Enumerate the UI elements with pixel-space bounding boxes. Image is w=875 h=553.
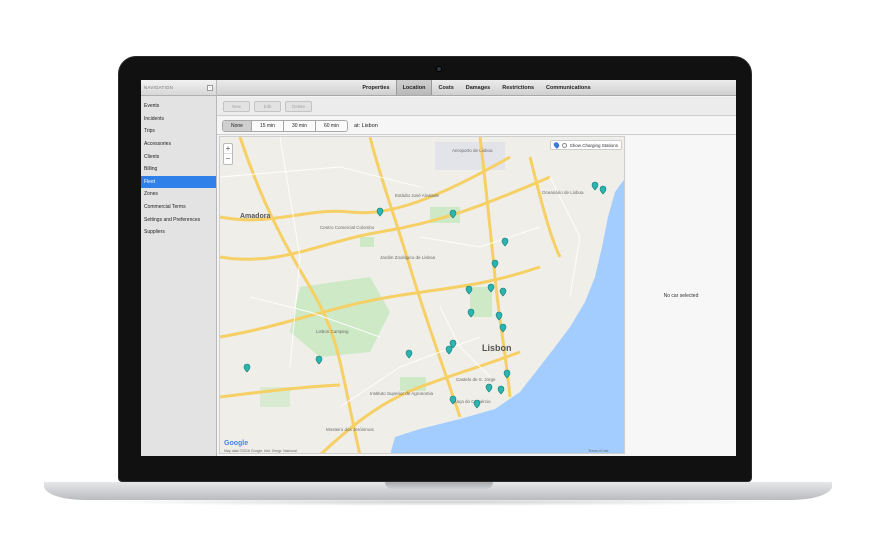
laptop-notch — [385, 482, 493, 489]
edit-button[interactable]: Edit — [254, 100, 281, 112]
estadio-label: Estádio José Alvalade — [395, 193, 440, 198]
castelo-label: Castelo de S. Jorge — [456, 377, 496, 382]
sidebar-item-events[interactable]: Events — [141, 100, 216, 113]
sidebar-item-fleet[interactable]: Fleet — [141, 175, 216, 189]
google-logo: Google — [224, 440, 248, 447]
zoom-control: + − — [223, 143, 233, 165]
sidebar-item-settings[interactable]: Settings and Preferences — [141, 213, 216, 226]
amadora-label: Amadora — [240, 213, 270, 220]
charging-radio[interactable] — [561, 142, 567, 148]
charging-pin-icon — [552, 141, 561, 149]
zoom-out-button[interactable]: − — [224, 154, 232, 164]
collapse-icon[interactable]: ‹ — [207, 84, 213, 91]
interval-30-button[interactable]: 30 min — [283, 120, 316, 131]
tab-communications[interactable]: Communications — [540, 80, 597, 95]
map-view[interactable]: Amadora Lisbon Aeroporto de Lisboa Estád… — [219, 136, 625, 454]
sidebar-header: NAVIGATION ‹ — [141, 80, 216, 96]
interval-60-button[interactable]: 60 min — [315, 120, 347, 131]
sidebar-item-commercial-terms[interactable]: Commercial Terms — [141, 201, 216, 214]
app-window: NAVIGATION ‹ Events Incidents Trips Acce… — [141, 80, 736, 456]
zoologico-label: Jardim Zoológico de Lisboa — [380, 255, 436, 260]
sidebar-item-suppliers[interactable]: Suppliers — [141, 226, 216, 239]
tab-damages[interactable]: Damages — [460, 80, 496, 95]
interval-15-button[interactable]: 15 min — [251, 120, 284, 131]
jeronimos-label: Mosteiro dos Jerónimos — [326, 427, 375, 432]
charging-label: Show Charging Stations — [569, 142, 618, 148]
attribution-text: Map data ©2016 Google, Inst. Geogr. Naci… — [224, 449, 297, 453]
delete-button[interactable]: Delete — [285, 100, 312, 112]
tab-restrictions[interactable]: Restrictions — [496, 80, 540, 95]
location-label: at: Lisbon — [354, 122, 378, 129]
sidebar-title: NAVIGATION — [144, 85, 174, 90]
sidebar-item-billing[interactable]: Billing — [141, 163, 216, 176]
sidebar-item-zones[interactable]: Zones — [141, 188, 216, 201]
tab-location[interactable]: Location — [395, 80, 433, 95]
camera-icon — [436, 66, 442, 72]
filter-bar: None 15 min 30 min 60 min at: Lisbon — [217, 117, 736, 135]
tab-costs[interactable]: Costs — [432, 80, 459, 95]
lisbon-label: Lisbon — [482, 343, 512, 353]
navigation-sidebar: NAVIGATION ‹ Events Incidents Trips Acce… — [141, 80, 217, 456]
zoom-in-button[interactable]: + — [224, 144, 232, 154]
tab-properties[interactable]: Properties — [356, 80, 395, 95]
interval-segmented-control: None 15 min 30 min 60 min — [222, 119, 348, 132]
new-button[interactable]: New — [223, 100, 250, 112]
charging-stations-toggle[interactable]: Show Charging Stations — [549, 140, 622, 150]
action-toolbar: New Edit Delete — [217, 97, 736, 116]
stage: NAVIGATION ‹ Events Incidents Trips Acce… — [0, 0, 875, 553]
map-canvas[interactable]: Amadora Lisbon Aeroporto de Lisboa Estád… — [220, 137, 625, 454]
sidebar-item-trips[interactable]: Trips — [141, 125, 216, 138]
park-area — [360, 237, 374, 247]
sidebar-item-accessories[interactable]: Accessories — [141, 138, 216, 151]
sidebar-item-incidents[interactable]: Incidents — [141, 113, 216, 126]
terms-link[interactable]: Terms of Use — [588, 449, 609, 453]
tab-bar: Properties Location Costs Damages Restri… — [217, 80, 736, 96]
instituto-label: Instituto Superior de Agronomia — [370, 391, 434, 396]
aeroporto-label: Aeroporto de Lisboa — [452, 148, 493, 153]
no-car-selected-text: No car selected — [663, 293, 699, 299]
camping-label: Lisbon Camping — [316, 329, 349, 334]
interval-none-button[interactable]: None — [223, 120, 252, 131]
oceanario-label: Oceanário de Lisboa — [542, 190, 584, 195]
detail-panel: No car selected — [626, 136, 736, 456]
comercio-label: Praça do Comércio — [452, 399, 491, 404]
colombo-label: Centro Comercial Colombo — [320, 225, 375, 230]
sidebar-list: Events Incidents Trips Accessories Clien… — [141, 96, 216, 239]
sidebar-item-clients[interactable]: Clients — [141, 150, 216, 163]
